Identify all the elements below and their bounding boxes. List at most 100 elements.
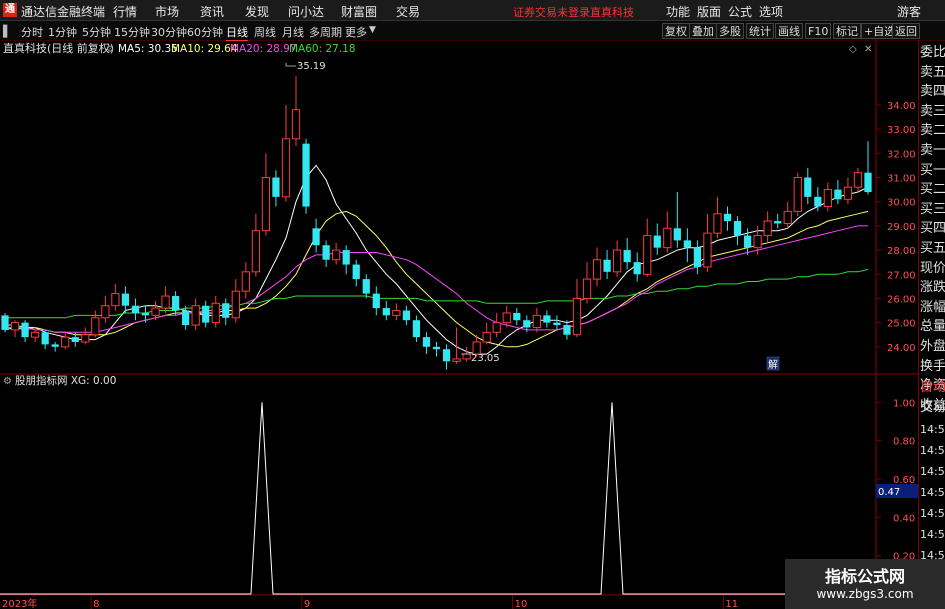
candle-down (21, 320, 29, 342)
candle-body (222, 303, 230, 318)
candle-up (703, 213, 712, 272)
candle-down (182, 305, 190, 330)
multi-stock-button[interactable]: 多股 (716, 23, 744, 39)
candle-body (713, 213, 722, 234)
candle-down (402, 305, 411, 326)
tab-fenshi[interactable]: 分时 (21, 24, 43, 40)
menu-caifuquan[interactable]: 财富圈 (341, 3, 377, 20)
candle-body (513, 312, 521, 321)
tab-zhouxian[interactable]: 周线 (254, 24, 276, 40)
candle-down (422, 332, 431, 355)
tab-rixian[interactable]: 日线 (226, 24, 248, 41)
menu-faxian[interactable]: 发现 (245, 3, 269, 20)
candle-body (763, 220, 772, 237)
low-price-label: 23.05 (471, 353, 500, 364)
candle-body (723, 213, 732, 222)
candle-down (633, 252, 641, 282)
indicator-title: 股朋指标网 XG: 0.00 (15, 374, 116, 387)
candle-body (1, 315, 9, 330)
candle-body (191, 305, 200, 326)
draw-line-button[interactable]: 画线 (775, 23, 803, 39)
candle-body (372, 293, 380, 309)
menu-gongneng[interactable]: 功能 (666, 3, 690, 20)
quote-label-20[interactable]: 交易 (920, 400, 945, 416)
candle-body (322, 245, 330, 260)
candle-up (482, 322, 491, 345)
candle-body (623, 250, 631, 263)
menu-zixun[interactable]: 资讯 (200, 3, 224, 20)
candle-body (392, 310, 401, 316)
candle-body (793, 177, 802, 212)
kline-chart[interactable]: 直真科技(日线 前复权) ⚙ MA5: 30.35 MA10: 29.64 MA… (0, 41, 918, 609)
statistics-button[interactable]: 统计 (746, 23, 774, 39)
candle-body (251, 230, 260, 273)
menu-xuanxiang[interactable]: 选项 (759, 3, 783, 20)
f10-button[interactable]: F10 (805, 23, 832, 39)
overlay-button[interactable]: 叠加 (689, 23, 717, 39)
quote-label-12: 涨跌 (920, 280, 945, 296)
jie-badge[interactable]: 解 (766, 356, 780, 371)
chart-frame (0, 41, 918, 609)
menu-banmian[interactable]: 版面 (697, 3, 721, 20)
quote-side-panel: 委比 卖五 卖四 卖三 卖二 卖一 买一 买二 买三 买四 买五 现价 涨跌 涨幅 总量 外盘 换手 净资 收益 自动… (918, 41, 945, 609)
candle-body (733, 221, 742, 236)
tab-duozhouqi[interactable]: 多周期 (309, 24, 342, 40)
high-price-label: 35.19 (297, 61, 326, 72)
candle-body (21, 322, 29, 338)
candle-body (553, 322, 561, 326)
candle-up (643, 218, 652, 277)
ma20-legend: MA20: 28.97 (230, 43, 297, 55)
candle-body (131, 305, 140, 313)
candle-up (843, 177, 853, 205)
candle-body (774, 221, 782, 224)
mark-button[interactable]: 标记 (833, 23, 861, 39)
candle-body (603, 259, 611, 272)
quote-label-19[interactable]: 自动 (920, 380, 945, 396)
menu-hangqing[interactable]: 行情 (113, 3, 137, 20)
menu-gongshi[interactable]: 公式 (728, 3, 752, 20)
month-label: 11 (725, 599, 738, 609)
candle-down (342, 245, 350, 275)
crosshair-value-tag: 0.47 (876, 484, 918, 498)
candle-body (743, 235, 752, 248)
tab-15min[interactable]: 15分钟 (114, 24, 150, 40)
candle-body (783, 210, 792, 224)
tab-more[interactable]: 更多 (345, 24, 367, 40)
menu-wenxiaoda[interactable]: 问小达 (288, 3, 324, 20)
menu-jiaoyi[interactable]: 交易 (396, 3, 420, 20)
candle-up (823, 182, 832, 212)
menu-shichang[interactable]: 市场 (155, 3, 179, 20)
candle-body (613, 249, 622, 273)
collapse-diamond-icon[interactable]: ◇ (849, 44, 857, 55)
settings-gear-icon[interactable]: ⚙ (106, 45, 114, 55)
toolbar-menu-icon[interactable]: ▌ (3, 25, 11, 38)
tab-30min[interactable]: 30分钟 (151, 24, 187, 40)
indicator-tick-label: 1.00 (893, 398, 915, 409)
quote-label-1: 卖五 (920, 64, 945, 80)
candle-body (864, 172, 872, 193)
fuquan-button[interactable]: 复权 (662, 23, 690, 39)
user-label[interactable]: 游客 (897, 3, 921, 20)
close-panel-icon[interactable]: ✕ (864, 44, 872, 55)
tab-5min[interactable]: 5分钟 (82, 24, 111, 40)
candle-body (834, 189, 842, 200)
indicator-settings-icon[interactable]: ⚙ (3, 376, 12, 387)
ma-line-ma5 (4, 164, 869, 355)
tab-1min[interactable]: 1分钟 (48, 24, 77, 40)
candle-body (312, 228, 320, 246)
candle-down (121, 286, 130, 313)
candle-body (141, 312, 150, 316)
trade-login-status[interactable]: 证券交易未登录 (513, 4, 590, 20)
candle-down (312, 218, 320, 253)
more-chevron-icon[interactable]: ▼ (369, 25, 376, 35)
tab-60min[interactable]: 60分钟 (187, 24, 223, 40)
candle-down (272, 170, 280, 207)
candle-body (412, 320, 421, 338)
back-button[interactable]: 返回 (892, 23, 920, 39)
price-tick-label: 28.00 (887, 246, 916, 257)
moving-average-lines (4, 164, 869, 355)
price-tick-label: 25.00 (887, 319, 916, 330)
candle-up (10, 320, 20, 338)
tab-yuexian[interactable]: 月线 (282, 24, 304, 40)
candle-down (362, 274, 370, 299)
